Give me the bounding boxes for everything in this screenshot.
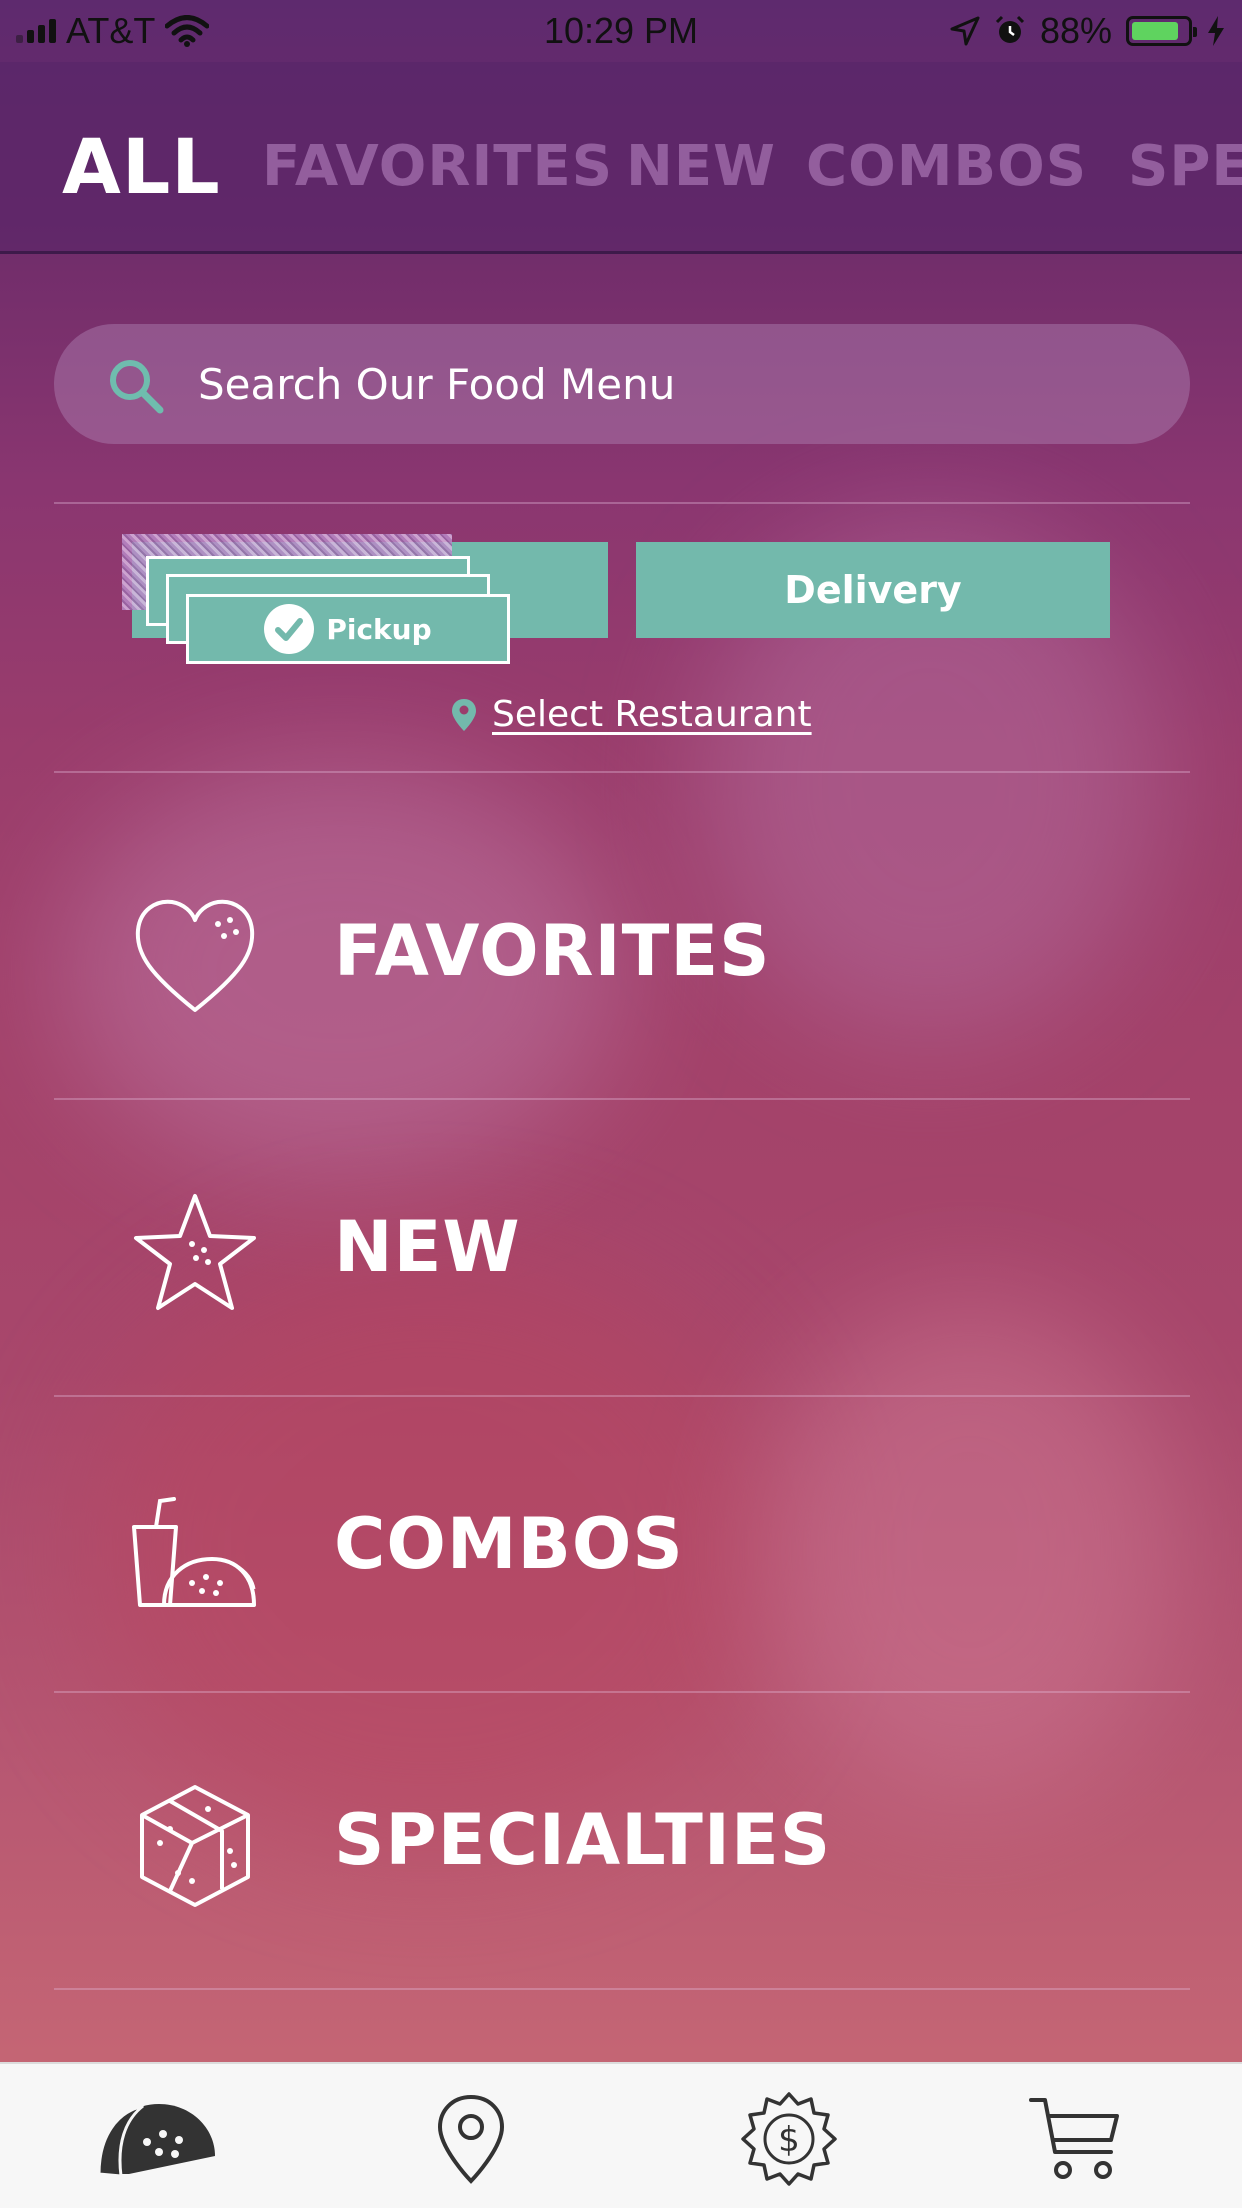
select-restaurant-label: Select Restaurant <box>492 694 812 735</box>
delivery-label: Delivery <box>784 568 962 612</box>
search-icon <box>110 360 164 414</box>
select-restaurant-link[interactable]: Select Restaurant <box>450 694 812 735</box>
box-icon <box>140 1785 250 1907</box>
tab-combos[interactable]: COMBOS <box>806 134 1087 199</box>
star-icon <box>134 1194 256 1310</box>
status-right: 88% <box>950 10 1226 52</box>
delivery-button[interactable]: Delivery <box>636 542 1110 638</box>
tab-new[interactable]: NEW <box>626 134 776 199</box>
divider <box>54 502 1190 504</box>
category-tabs: ALL FAVORITES NEW COMBOS SPECIALTIES <box>0 62 1242 254</box>
nav-cart[interactable] <box>1010 2084 1140 2194</box>
nav-menu[interactable] <box>92 2084 222 2194</box>
search-placeholder: Search Our Food Menu <box>198 360 676 409</box>
heart-icon <box>135 899 255 1012</box>
charging-icon <box>1208 16 1224 46</box>
tab-favorites[interactable]: FAVORITES <box>262 134 613 199</box>
taco-icon <box>97 2104 215 2178</box>
svg-text:$: $ <box>778 2120 800 2160</box>
dollar-badge-icon: $ <box>741 2092 837 2186</box>
divider <box>54 771 1190 773</box>
drink-taco-icon <box>132 1497 256 1607</box>
bottom-nav: $ <box>0 2062 1242 2208</box>
category-row-specialties[interactable]: SPECIALTIES <box>54 1693 1190 1989</box>
tab-specialties[interactable]: SPECIALTIES <box>1128 134 1242 199</box>
location-pin-icon <box>437 2094 505 2184</box>
category-row-new[interactable]: NEW <box>54 1100 1190 1396</box>
check-icon <box>264 604 315 654</box>
location-arrow-icon <box>950 16 980 46</box>
battery-icon <box>1126 16 1197 46</box>
category-label: COMBOS <box>334 1503 684 1585</box>
battery-percent: 88% <box>1039 10 1112 51</box>
pickup-label: Pickup <box>326 612 432 646</box>
search-input[interactable]: Search Our Food Menu <box>54 324 1190 444</box>
cart-icon <box>1029 2098 1119 2179</box>
location-pin-icon <box>452 698 476 731</box>
category-row-combos[interactable]: COMBOS <box>54 1397 1190 1693</box>
category-label: SPECIALTIES <box>334 1799 832 1881</box>
category-row-favorites[interactable]: FAVORITES <box>54 804 1190 1100</box>
status-bar: AT&T 10:29 PM 88% <box>0 0 1242 62</box>
divider <box>54 1988 1190 1990</box>
category-label: NEW <box>334 1206 521 1288</box>
pickup-button[interactable]: Pickup <box>186 594 510 664</box>
nav-rewards[interactable]: $ <box>724 2084 854 2194</box>
tab-all[interactable]: ALL <box>62 122 221 211</box>
alarm-icon <box>995 15 1024 43</box>
nav-locations[interactable] <box>406 2084 536 2194</box>
category-label: FAVORITES <box>334 910 771 992</box>
